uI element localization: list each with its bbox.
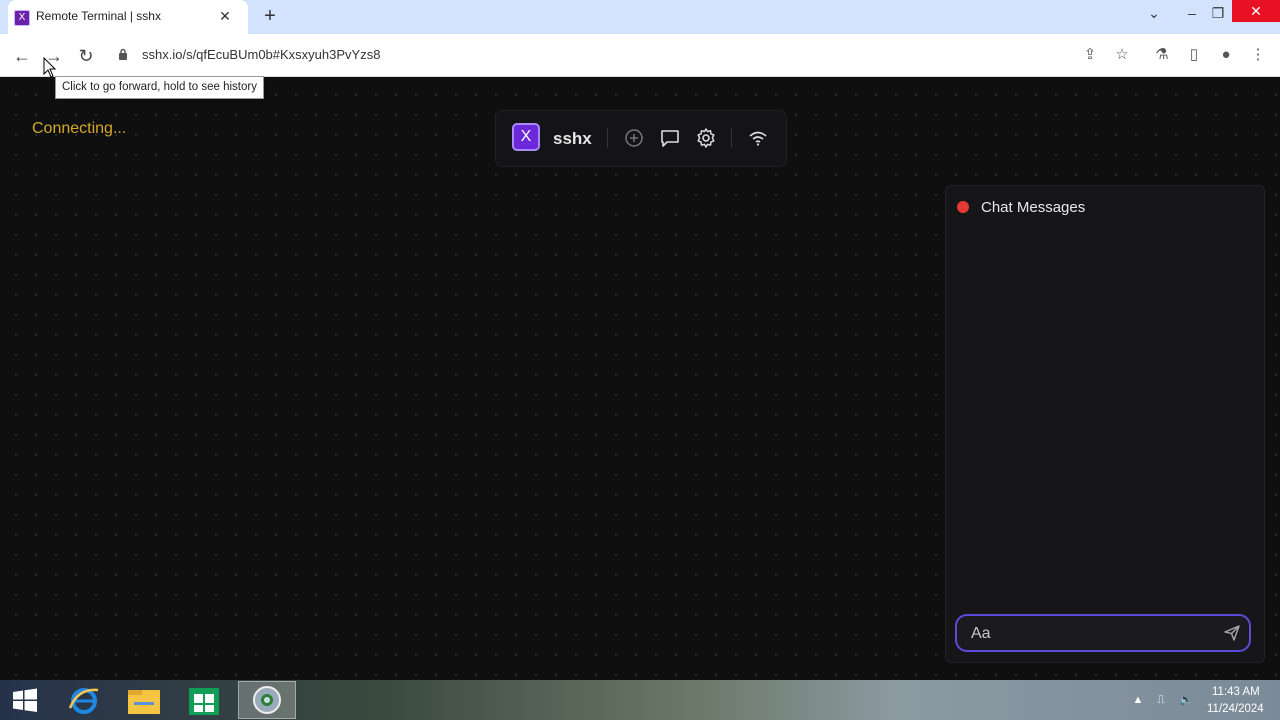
share-icon[interactable]: ⇪ — [1080, 45, 1100, 65]
tab-search-icon[interactable]: ⌄ — [1138, 2, 1170, 24]
mouse-cursor-icon — [43, 57, 57, 78]
file-explorer-icon[interactable] — [118, 682, 170, 718]
browser-icon[interactable] — [241, 682, 293, 718]
brand-name: sshx — [553, 129, 592, 148]
clock-date[interactable]: 11/24/2024 — [1207, 703, 1264, 715]
reload-button[interactable]: ↻ — [74, 44, 98, 68]
forward-tooltip: Click to go forward, hold to see history — [55, 76, 264, 99]
windows-start-icon[interactable] — [0, 680, 50, 720]
toolbar-divider — [731, 128, 732, 148]
send-icon[interactable] — [1223, 624, 1241, 642]
side-panel-icon[interactable]: ▯ — [1184, 45, 1204, 65]
profile-icon[interactable]: ● — [1216, 45, 1236, 65]
maximize-button[interactable]: ❐ — [1202, 2, 1234, 24]
sshx-logo: X — [512, 123, 540, 151]
tray-expand-icon[interactable]: ▲ — [1130, 692, 1146, 708]
back-button[interactable]: ← — [10, 44, 34, 68]
gear-icon[interactable] — [695, 127, 717, 149]
network-tray-icon[interactable]: ⎍ — [1153, 692, 1169, 708]
store-icon[interactable] — [178, 682, 230, 718]
tab-close-icon[interactable]: ✕ — [216, 7, 234, 25]
window-close-button[interactable]: ✕ — [1232, 0, 1280, 22]
tab-title: Remote Terminal | sshx — [36, 9, 161, 23]
new-tab-button[interactable]: + — [258, 5, 282, 29]
add-circle-icon[interactable] — [623, 127, 645, 149]
url-text[interactable]: sshx.io/s/qfEcuBUm0b#Kxsxyuh3PvYzs8 — [142, 47, 380, 62]
menu-kebab-icon[interactable]: ⋮ — [1248, 45, 1268, 65]
chat-panel — [945, 185, 1265, 663]
favicon-icon: X — [14, 10, 30, 26]
labs-flask-icon[interactable]: ⚗ — [1152, 45, 1172, 65]
connection-status: Connecting... — [32, 120, 127, 137]
chat-icon[interactable] — [659, 127, 681, 149]
chat-status-dot — [957, 201, 969, 213]
toolbar-divider — [607, 128, 608, 148]
volume-muted-icon[interactable]: 🔈 — [1178, 692, 1194, 708]
chat-title: Chat Messages — [981, 199, 1086, 216]
bookmark-star-icon[interactable]: ☆ — [1112, 45, 1132, 65]
chat-message-input[interactable] — [969, 620, 1213, 648]
clock-time[interactable]: 11:43 AM — [1212, 686, 1260, 698]
wifi-icon[interactable] — [747, 127, 769, 149]
internet-explorer-icon[interactable] — [58, 682, 110, 718]
lock-icon — [119, 48, 127, 60]
